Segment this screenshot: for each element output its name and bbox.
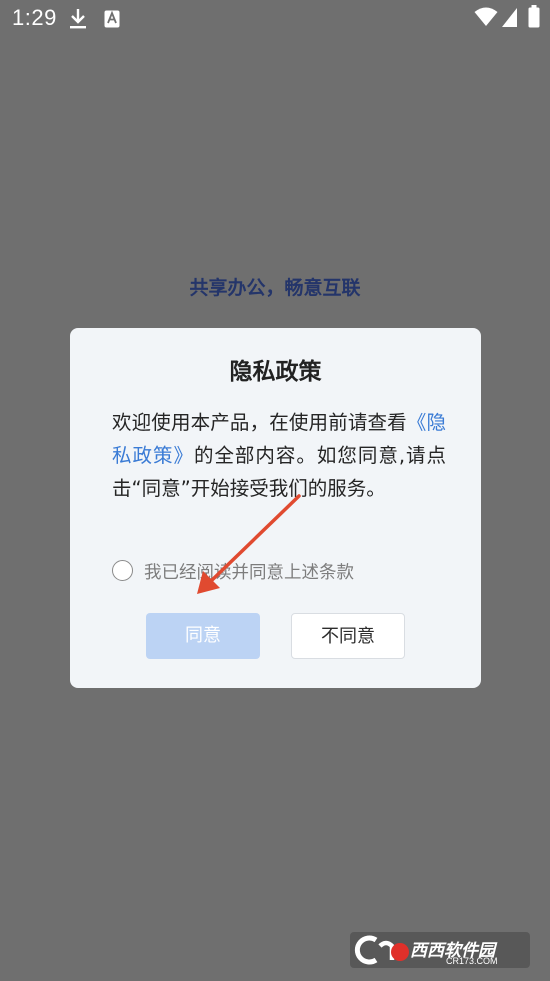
wifi-icon <box>474 7 498 26</box>
status-bar: 1:29 <box>0 0 550 36</box>
agree-radio[interactable] <box>112 560 133 581</box>
disagree-button[interactable]: 不同意 <box>291 613 405 659</box>
dialog-title: 隐私政策 <box>229 359 322 385</box>
privacy-dialog: 隐私政策 欢迎使用本产品，在使用前请查看《隐私政策》的全部内容。如您同意,请点击… <box>70 328 481 688</box>
battery-icon <box>528 5 540 28</box>
text-a-icon <box>104 10 120 28</box>
watermark: 西西软件园 CR173.COM <box>350 930 532 970</box>
agree-terms-label[interactable]: 我已经阅读并同意上述条款 <box>144 559 354 584</box>
body-intro: 欢迎使用本产品，在使用前请查看 <box>112 411 407 434</box>
signal-icon <box>502 8 517 27</box>
download-icon <box>70 9 86 29</box>
agree-terms-row[interactable]: 我已经阅读并同意上述条款 <box>112 558 432 586</box>
watermark-url: CR173.COM <box>446 956 498 966</box>
app-slogan: 共享办公，畅意互联 <box>189 277 361 299</box>
status-time: 1:29 <box>12 5 57 30</box>
agree-button[interactable]: 同意 <box>146 613 260 659</box>
dialog-body: 欢迎使用本产品，在使用前请查看《隐私政策》的全部内容。如您同意,请点击“同意”开… <box>112 406 446 505</box>
